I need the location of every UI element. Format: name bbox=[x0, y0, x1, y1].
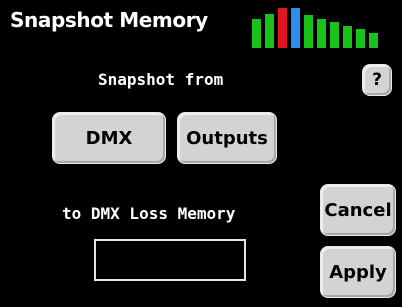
title-bar: Snapshot Memory bbox=[0, 0, 402, 48]
memory-slot-field[interactable] bbox=[94, 239, 246, 281]
meter-bar bbox=[330, 22, 339, 48]
meter-bar bbox=[369, 33, 378, 48]
outputs-button[interactable]: Outputs bbox=[177, 112, 277, 164]
snapshot-from-label: Snapshot from bbox=[98, 70, 224, 89]
meter-bar bbox=[291, 8, 300, 48]
signal-level-meter bbox=[252, 8, 402, 48]
cancel-button[interactable]: Cancel bbox=[320, 184, 396, 236]
meter-bar bbox=[252, 19, 261, 48]
page-title: Snapshot Memory bbox=[10, 8, 208, 32]
dmx-loss-memory-label: to DMX Loss Memory bbox=[62, 204, 236, 223]
meter-bar bbox=[304, 15, 313, 48]
meter-bar bbox=[278, 8, 287, 48]
dmx-button[interactable]: DMX bbox=[52, 112, 166, 164]
meter-bar bbox=[317, 19, 326, 48]
meter-bar bbox=[343, 26, 352, 48]
help-button[interactable]: ? bbox=[362, 64, 392, 96]
meter-bar bbox=[265, 14, 274, 48]
apply-button[interactable]: Apply bbox=[320, 246, 396, 298]
meter-bar bbox=[356, 29, 365, 48]
